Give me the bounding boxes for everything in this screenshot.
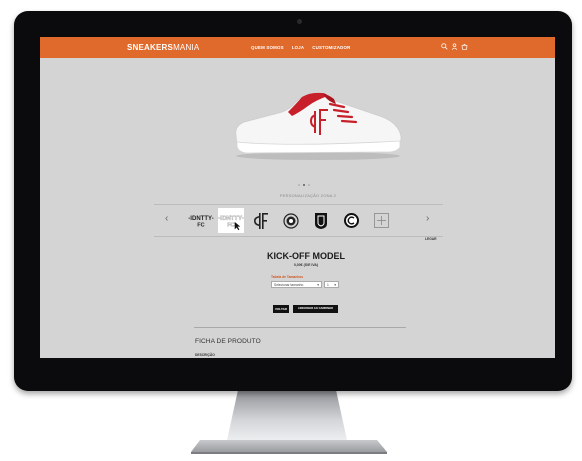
thumb-shield-crest[interactable] [308,208,334,233]
quantity-value: 1 [327,283,329,287]
chevron-right-icon[interactable]: › [426,214,429,224]
product-sheet-title: FICHA DE PRODUTO [195,338,261,345]
thumb-circle-crest[interactable] [278,208,304,233]
chevron-left-icon[interactable]: ‹ [165,214,168,224]
thumbnail-strip: -IDNTTY- FC -IDNTTY- FC [180,208,416,233]
svg-text:FC: FC [197,222,204,228]
cart-icon[interactable] [461,43,468,50]
brand-logo[interactable]: SNEAKERSMANIA [127,43,199,52]
quantity-select[interactable]: 1 ▾ [324,281,339,288]
text-option-label[interactable]: LEGAR [425,237,437,241]
product-title: KICK-OFF MODEL [267,251,345,261]
top-navigation-bar: SNEAKERSMANIA QUEM SOMOS LOJA CUSTOMIZAD… [40,37,555,58]
add-custom-logo-button[interactable] [368,208,394,233]
customization-zone-label: PERSONALIZAÇÃO ZONA 2 [279,193,337,198]
add-to-cart-label: ADICIONAR AO CARRINHO [297,307,334,310]
description-label: DESCRIÇÃO [195,353,215,357]
svg-text:-IDNTTY-: -IDNTTY- [218,216,243,222]
slide-indicator [298,184,310,186]
chevron-down-icon: ▾ [334,283,336,287]
size-select-value: Selecionar tamanho [274,283,304,287]
camera-icon [297,19,302,24]
thumb-round-badge[interactable] [338,208,364,233]
browser-screen: SNEAKERSMANIA QUEM SOMOS LOJA CUSTOMIZAD… [40,37,555,358]
logo-carousel: ‹ › -IDNTTY- FC -IDNTTY- FC [154,204,443,237]
nav-link-quem-somos[interactable]: QUEM SOMOS [251,45,284,50]
nav-link-customizador[interactable]: CUSTOMIZADOR [312,45,350,50]
section-divider [194,327,406,328]
sneaker-image [235,92,402,160]
add-to-cart-button[interactable]: ADICIONAR AO CARRINHO [293,305,338,313]
chevron-down-icon: ▾ [317,283,319,287]
nav-links: QUEM SOMOS LOJA CUSTOMIZADOR [251,45,350,50]
back-button[interactable]: VOLTAR [273,305,289,313]
slide-dot[interactable] [308,184,310,186]
search-icon[interactable] [441,43,448,50]
thumb-identity-fc-dark[interactable]: -IDNTTY- FC [188,208,214,233]
size-select[interactable]: Selecionar tamanho ▾ [271,281,322,288]
user-icon[interactable] [451,43,458,50]
nav-icons [441,43,468,50]
product-price: 0,00€ (S/E IVA) [293,263,319,267]
thumb-if-monogram[interactable] [248,208,274,233]
svg-text:-IDNTTY-: -IDNTTY- [188,216,213,222]
slide-dot[interactable] [303,184,305,186]
thumb-identity-fc-white[interactable]: -IDNTTY- FC [218,208,244,233]
size-table-link[interactable]: Tabela de Tamanhos [271,275,303,279]
svg-text:FC: FC [227,222,234,228]
nav-link-loja[interactable]: LOJA [292,45,305,50]
slide-dot[interactable] [298,184,300,186]
